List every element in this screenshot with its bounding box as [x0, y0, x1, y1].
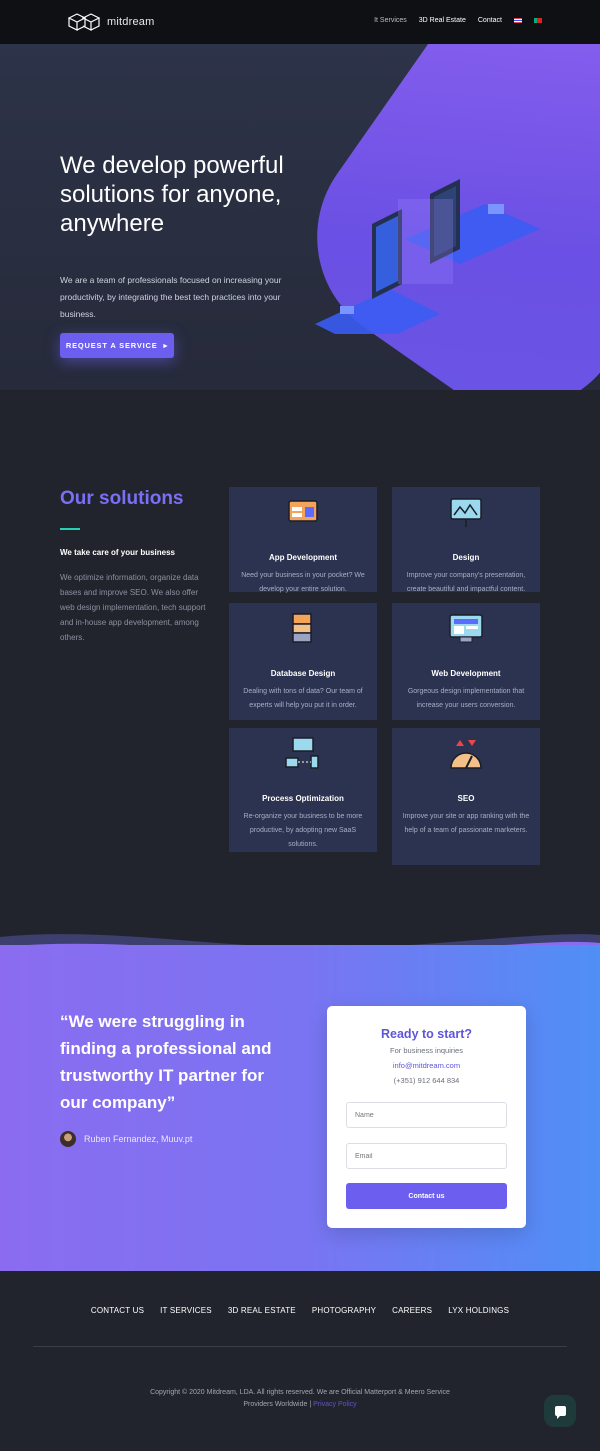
service-card-database-design[interactable]: Database Design Dealing with tons of dat…: [229, 603, 377, 720]
form-subtitle: For business inquiries: [390, 1046, 463, 1055]
email-input[interactable]: [346, 1143, 507, 1169]
author-name: Ruben Fernandez, Muuv.pt: [84, 1134, 193, 1144]
logo[interactable]: mitdream: [67, 12, 154, 32]
footer-nav: CONTACT US IT SERVICES 3D REAL ESTATE PH…: [0, 1306, 600, 1315]
card-text: Dealing with tons of data? Our team of e…: [243, 688, 363, 709]
copyright-text: Copyright © 2020 Mitdream, LDA. All righ…: [150, 1387, 450, 1411]
logo-icon: [67, 13, 101, 31]
nav-it-services[interactable]: It Services: [374, 17, 407, 24]
seo-icon: [450, 740, 482, 769]
request-service-label: REQUEST A SERVICE: [65, 341, 158, 350]
footer-link-careers[interactable]: CAREERS: [392, 1306, 432, 1315]
flag-en-icon[interactable]: [514, 18, 522, 23]
card-text: Improve your company's presentation, cre…: [406, 572, 526, 593]
contact-email-link[interactable]: info@mitdream.com: [327, 1061, 526, 1070]
card-text: Improve your site or app ranking with th…: [402, 813, 530, 834]
heading-divider: [60, 528, 80, 530]
service-card-process-optimization[interactable]: Process Optimization Re-organize your bu…: [229, 728, 377, 852]
logo-text: mitdream: [107, 16, 155, 28]
solutions-description: We optimize information, organize data b…: [60, 573, 206, 642]
chat-bubble-icon: [554, 1406, 566, 1419]
card-title: Web Development: [431, 669, 501, 678]
privacy-policy-link[interactable]: Privacy Policy: [313, 1401, 357, 1408]
hero-title: We develop powerful solutions for anyone…: [60, 152, 284, 237]
contact-us-button[interactable]: Contact us: [346, 1183, 507, 1209]
chat-button[interactable]: [544, 1395, 576, 1427]
footer-link-it-services[interactable]: IT SERVICES: [160, 1306, 212, 1315]
form-title: Ready to start?: [381, 1027, 472, 1041]
process-optimization-icon: [285, 737, 319, 769]
contact-phone: (+351) 912 644 834: [393, 1076, 460, 1085]
contact-form-card: Ready to start? For business inquiries i…: [327, 1006, 526, 1228]
devices-illustration: [315, 179, 540, 334]
top-navigation-bar: mitdream It Services 3D Real Estate Cont…: [0, 0, 600, 44]
card-title: Process Optimization: [262, 794, 344, 803]
testimonial-author: Ruben Fernandez, Muuv.pt: [60, 1131, 192, 1147]
card-text: Gorgeous design implementation that incr…: [407, 688, 525, 709]
request-service-button[interactable]: REQUEST A SERVICE ▸: [60, 333, 174, 358]
avatar: [60, 1131, 76, 1147]
main-nav: It Services 3D Real Estate Contact: [374, 17, 542, 24]
card-text: Need your business in your pocket? We de…: [241, 572, 365, 593]
service-card-app-development[interactable]: App Development Need your business in yo…: [229, 487, 377, 593]
design-icon: [450, 498, 482, 527]
database-icon: [292, 613, 312, 643]
solutions-tagline: We take care of your business: [60, 548, 176, 557]
footer-divider: [33, 1346, 567, 1347]
app-development-icon: [288, 500, 318, 522]
card-text: Re-organize your business to be more pro…: [243, 813, 363, 848]
footer-link-lyx-holdings[interactable]: LYX HOLDINGS: [448, 1306, 509, 1315]
footer-link-3d-real-estate[interactable]: 3D REAL ESTATE: [228, 1306, 296, 1315]
hero-section: We develop powerful solutions for anyone…: [0, 44, 600, 390]
card-title: SEO: [457, 794, 475, 803]
web-development-icon: [449, 614, 483, 643]
hero-subtitle: We are a team of professionals focused o…: [60, 275, 282, 319]
service-card-web-development[interactable]: Web Development Gorgeous design implemen…: [392, 603, 540, 720]
copyright-label: Copyright © 2020 Mitdream, LDA. All righ…: [150, 1389, 450, 1408]
card-title: Database Design: [270, 669, 336, 678]
nav-3d-real-estate[interactable]: 3D Real Estate: [419, 17, 466, 24]
footer-link-photography[interactable]: PHOTOGRAPHY: [312, 1306, 376, 1315]
solutions-heading: Our solutions: [60, 488, 184, 509]
nav-contact[interactable]: Contact: [478, 17, 502, 24]
service-card-design[interactable]: Design Improve your company's presentati…: [392, 487, 540, 593]
card-title: App Development: [268, 553, 337, 562]
name-input[interactable]: [346, 1102, 507, 1128]
footer-link-contact-us[interactable]: CONTACT US: [91, 1306, 144, 1315]
caret-right-icon: ▸: [163, 341, 169, 350]
flag-pt-icon[interactable]: [534, 18, 542, 23]
card-title: Design: [452, 553, 480, 562]
footer: CONTACT US IT SERVICES 3D REAL ESTATE PH…: [0, 1271, 600, 1451]
testimonial-quote: “We were struggling in finding a profess…: [60, 1012, 272, 1112]
service-card-seo[interactable]: SEO Improve your site or app ranking wit…: [392, 728, 540, 865]
